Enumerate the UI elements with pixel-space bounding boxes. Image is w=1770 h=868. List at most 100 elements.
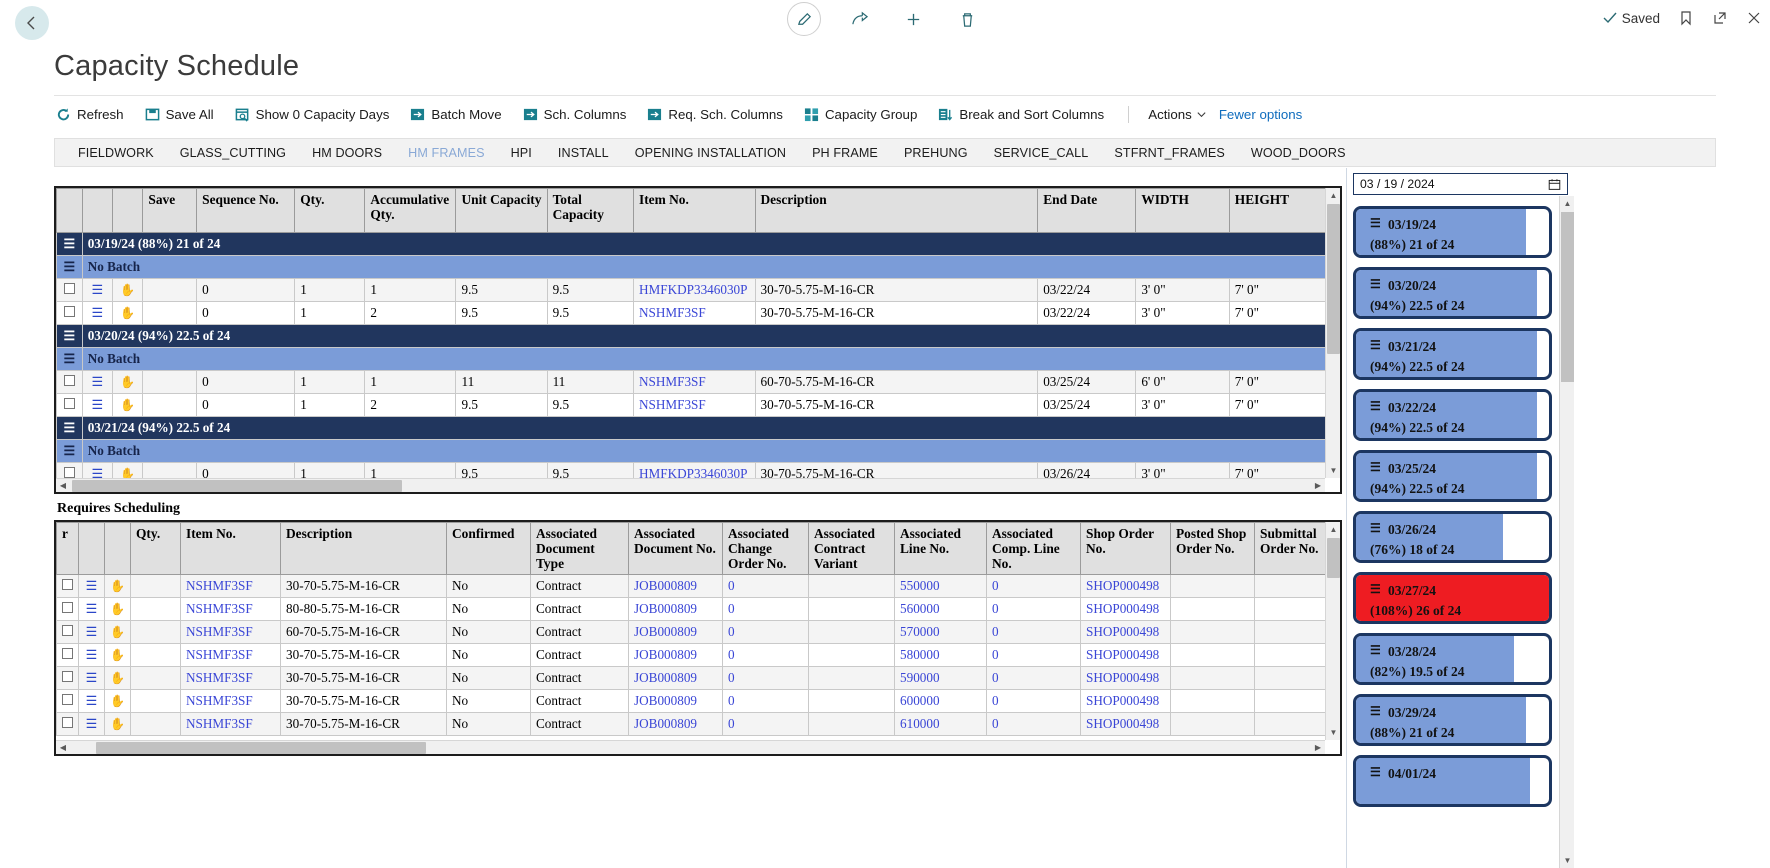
row-drag-handle[interactable]: ✋ [113,463,143,479]
tab-glass-cutting[interactable]: GLASS_CUTTING [167,146,299,160]
cell-accumulative-qty[interactable]: 1 [365,371,456,394]
row-drag-handle[interactable]: ✋ [113,371,143,394]
cell-item-no[interactable]: HMFKDP3346030P [634,279,755,302]
row-select-checkbox[interactable] [57,371,83,394]
cell-posted-shop-order-no[interactable] [1171,575,1255,598]
new-button[interactable] [897,3,929,35]
cell-description[interactable]: 80-80-5.75-M-16-CR [281,598,447,621]
cell-sequence-no[interactable]: 0 [197,302,295,325]
requires-column-header[interactable]: Qty. [131,523,181,575]
batch-group-row[interactable]: ☰No Batch [57,256,1326,279]
row-menu-button[interactable]: ☰ [82,463,112,479]
cell-shop-order-no[interactable]: SHOP000498 [1081,713,1171,736]
cell-submittal-order-no[interactable] [1255,575,1326,598]
row-drag-handle[interactable]: ✋ [105,644,131,667]
cell-end-date[interactable]: 03/26/24 [1038,463,1136,479]
schedule-column-header[interactable]: Unit Capacity [456,189,547,233]
scroll-right-arrow[interactable]: ▶ [1311,479,1325,492]
req-sch-columns-button[interactable]: Req. Sch. Columns [645,105,794,124]
table-row[interactable]: ☰✋0129.59.5NSHMF3SF30-70-5.75-M-16-CR03/… [57,302,1326,325]
cell-associated-comp-line-no[interactable]: 0 [987,621,1081,644]
bookmark-icon[interactable] [1678,10,1694,26]
cell-qty[interactable] [131,690,181,713]
row-drag-handle[interactable]: ✋ [105,598,131,621]
cell-item-no[interactable]: NSHMF3SF [634,302,755,325]
cell-associated-document-no[interactable]: JOB000809 [629,575,723,598]
row-drag-handle[interactable]: ✋ [105,690,131,713]
requires-column-header[interactable]: Associated Document Type [531,523,629,575]
date-filter-input[interactable]: 03 / 19 / 2024 [1353,173,1568,195]
cell-associated-change-order-no[interactable]: 0 [723,644,809,667]
schedule-column-header[interactable]: Description [755,189,1038,233]
cell-qty[interactable] [131,621,181,644]
row-menu-button[interactable]: ☰ [82,371,112,394]
table-row[interactable]: ☰✋NSHMF3SF30-70-5.75-M-16-CRNoContractJO… [57,667,1326,690]
cell-end-date[interactable]: 03/25/24 [1038,371,1136,394]
requires-row-select-checkbox[interactable] [57,667,79,690]
cell-associated-document-type[interactable]: Contract [531,667,629,690]
cell-total-capacity[interactable]: 9.5 [547,394,633,417]
capacity-day-card[interactable]: ☰03/29/24(88%) 21 of 24 [1353,694,1552,746]
group-expand-button[interactable]: ☰ [57,348,83,371]
cell-qty[interactable]: 1 [295,302,365,325]
cell-description[interactable]: 30-70-5.75-M-16-CR [755,279,1038,302]
tab-hm-doors[interactable]: HM DOORS [299,146,395,160]
break-and-sort-columns-button[interactable]: Break and Sort Columns [936,105,1115,124]
table-row[interactable]: ☰✋NSHMF3SF30-70-5.75-M-16-CRNoContractJO… [57,690,1326,713]
table-row[interactable]: ☰✋NSHMF3SF30-70-5.75-M-16-CRNoContractJO… [57,575,1326,598]
edit-button[interactable] [787,2,821,36]
row-drag-handle[interactable]: ✋ [105,575,131,598]
schedule-column-header[interactable]: Total Capacity [547,189,633,233]
back-button[interactable] [15,6,49,40]
table-row[interactable]: ☰✋0119.59.5HMFKDP3346030P30-70-5.75-M-16… [57,279,1326,302]
date-group-row[interactable]: ☰03/20/24 (94%) 22.5 of 24 [57,325,1326,348]
cell-associated-change-order-no[interactable]: 0 [723,690,809,713]
requires-row-select-checkbox[interactable] [57,644,79,667]
scroll-down-arrow[interactable]: ▼ [1560,853,1575,868]
cell-associated-contract-variant[interactable] [809,575,895,598]
requires-column-header[interactable]: r [57,523,79,575]
table-row[interactable]: ☰✋0111111NSHMF3SF60-70-5.75-M-16-CR03/25… [57,371,1326,394]
share-button[interactable] [843,3,875,35]
checkbox-box[interactable] [64,398,75,409]
group-expand-button[interactable]: ☰ [57,440,83,463]
cell-total-capacity[interactable]: 9.5 [547,302,633,325]
schedule-column-header[interactable]: Qty. [295,189,365,233]
cell-associated-contract-variant[interactable] [809,690,895,713]
checkbox-box[interactable] [62,717,73,728]
cell-associated-contract-variant[interactable] [809,621,895,644]
card-menu-icon[interactable]: ☰ [1370,520,1381,537]
requires-column-header[interactable]: Item No. [181,523,281,575]
cell-sequence-no[interactable]: 0 [197,371,295,394]
requires-row-select-checkbox[interactable] [57,598,79,621]
requires-row-select-checkbox[interactable] [57,575,79,598]
cell-total-capacity[interactable]: 9.5 [547,463,633,479]
requires-column-header[interactable]: Associated Contract Variant [809,523,895,575]
cell-submittal-order-no[interactable] [1255,667,1326,690]
checkbox-box[interactable] [62,648,73,659]
schedule-column-header[interactable]: End Date [1038,189,1136,233]
row-drag-handle[interactable]: ✋ [105,621,131,644]
row-menu-button[interactable]: ☰ [79,690,105,713]
cell-associated-line-no[interactable]: 560000 [895,598,987,621]
scroll-left-arrow[interactable]: ◀ [56,741,70,754]
schedule-column-header[interactable]: HEIGHT [1229,189,1325,233]
requires-column-header[interactable]: Associated Comp. Line No. [987,523,1081,575]
schedule-column-header[interactable]: WIDTH [1136,189,1229,233]
checkbox-box[interactable] [62,579,73,590]
cell-submittal-order-no[interactable] [1255,713,1326,736]
checkbox-box[interactable] [64,375,75,386]
capacity-day-card[interactable]: ☰03/27/24(108%) 26 of 24 [1353,572,1552,624]
table-row[interactable]: ☰✋NSHMF3SF80-80-5.75-M-16-CRNoContractJO… [57,598,1326,621]
cell-height[interactable]: 7' 0" [1229,371,1325,394]
schedule-column-header[interactable] [82,189,112,233]
cell-description[interactable]: 30-70-5.75-M-16-CR [281,575,447,598]
cell-item-no[interactable]: NSHMF3SF [181,575,281,598]
capacity-day-card[interactable]: ☰03/21/24(94%) 22.5 of 24 [1353,328,1552,380]
tab-fieldwork[interactable]: FIELDWORK [65,146,167,160]
requires-row-select-checkbox[interactable] [57,690,79,713]
scroll-thumb[interactable] [96,742,426,754]
card-menu-icon[interactable]: ☰ [1370,703,1381,720]
cell-associated-document-type[interactable]: Contract [531,644,629,667]
cell-confirmed[interactable]: No [447,644,531,667]
